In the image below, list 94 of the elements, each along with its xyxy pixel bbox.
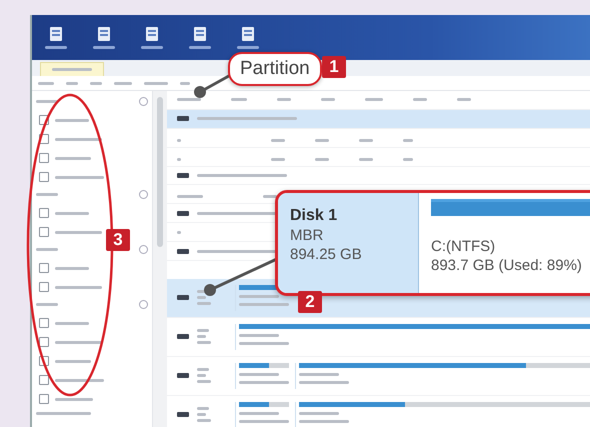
blurred-text	[36, 100, 58, 103]
collapse-icon[interactable]	[139, 190, 148, 199]
blurred-text	[197, 368, 209, 372]
blurred-text	[197, 374, 206, 378]
partition-usage: 893.7 GB (Used: 89%)	[431, 257, 583, 274]
blurred-text	[239, 342, 289, 345]
app-tab[interactable]	[40, 62, 104, 76]
toolbar-icon[interactable]	[144, 26, 160, 42]
blurred-text	[239, 412, 279, 415]
blurred-text	[38, 82, 54, 84]
blurred-text	[299, 412, 339, 415]
blurred-text	[365, 98, 383, 102]
blurred-text	[177, 230, 181, 234]
partition-callout: Partition	[228, 52, 322, 86]
collapse-icon[interactable]	[139, 300, 148, 309]
collapse-icon[interactable]	[139, 245, 148, 254]
blurred-text	[177, 195, 203, 198]
blurred-text	[55, 230, 102, 234]
blurred-text	[189, 46, 211, 49]
usage-bar	[239, 362, 289, 368]
blurred-text	[299, 380, 349, 384]
blurred-text	[239, 372, 279, 376]
blurred-text	[197, 329, 209, 332]
toolbar-icon[interactable]	[240, 26, 256, 42]
blurred-text	[66, 82, 78, 84]
number-badge: 3	[106, 229, 130, 251]
blurred-text	[315, 138, 329, 142]
blurred-text	[55, 398, 93, 400]
blurred-text	[55, 176, 104, 178]
blurred-text	[36, 248, 58, 251]
blurred-text	[55, 286, 102, 288]
blurred-text	[180, 82, 190, 84]
blurred-text	[299, 372, 339, 376]
number-badge: 2	[298, 291, 322, 313]
blurred-text	[36, 303, 58, 306]
blurred-text	[239, 302, 289, 306]
partition-name: C:(NTFS)	[431, 238, 496, 255]
toolbar-icon[interactable]	[96, 26, 112, 42]
blurred-text	[197, 302, 211, 306]
collapse-icon[interactable]	[139, 97, 148, 106]
blurred-text	[403, 138, 413, 142]
blurred-text	[144, 82, 168, 84]
usage-bar	[239, 402, 289, 407]
blurred-text	[93, 46, 115, 49]
blurred-text	[197, 296, 206, 300]
disk-name: Disk 1	[290, 207, 338, 225]
blurred-text	[237, 46, 259, 49]
blurred-text	[239, 420, 289, 423]
blurred-text	[55, 138, 102, 140]
blurred-text	[457, 98, 471, 102]
blurred-text	[239, 380, 289, 384]
blurred-text	[197, 419, 211, 422]
blurred-text	[114, 82, 132, 84]
blurred-text	[263, 195, 277, 198]
blurred-text	[197, 341, 211, 344]
blurred-text	[197, 407, 209, 410]
blurred-text	[55, 212, 89, 214]
blurred-text	[177, 98, 201, 102]
blurred-text	[177, 138, 181, 142]
blurred-text	[90, 82, 102, 84]
blurred-text	[45, 46, 67, 49]
blurred-text	[299, 420, 349, 423]
blurred-text	[239, 334, 279, 337]
disk-style: MBR	[290, 227, 324, 244]
blurred-text	[321, 98, 335, 102]
blurred-text	[315, 158, 329, 161]
blurred-text	[277, 98, 291, 102]
blurred-text	[403, 158, 413, 161]
blurred-text	[197, 413, 206, 416]
blurred-text	[271, 158, 285, 161]
blurred-text	[231, 98, 247, 102]
blurred-text	[271, 138, 285, 142]
blurred-text	[52, 68, 92, 71]
blurred-text	[55, 378, 104, 382]
blurred-text	[177, 158, 181, 161]
toolbar-icon[interactable]	[192, 26, 208, 42]
blurred-text	[359, 158, 373, 161]
blurred-text	[413, 98, 427, 102]
blurred-text	[55, 156, 91, 160]
toolbar-icon[interactable]	[48, 26, 64, 42]
blurred-text	[55, 266, 89, 270]
disk-size: 894.25 GB	[290, 246, 363, 263]
blurred-text	[197, 380, 211, 384]
blurred-text	[55, 322, 89, 324]
blurred-text	[55, 118, 89, 122]
blurred-text	[239, 294, 279, 298]
blurred-text	[197, 335, 206, 338]
blurred-text	[36, 193, 58, 196]
blurred-text	[36, 412, 91, 415]
number-badge: 1	[322, 56, 346, 78]
blurred-text	[55, 360, 91, 362]
blurred-text	[141, 46, 163, 49]
blurred-text	[55, 340, 102, 344]
blurred-text	[359, 138, 373, 142]
